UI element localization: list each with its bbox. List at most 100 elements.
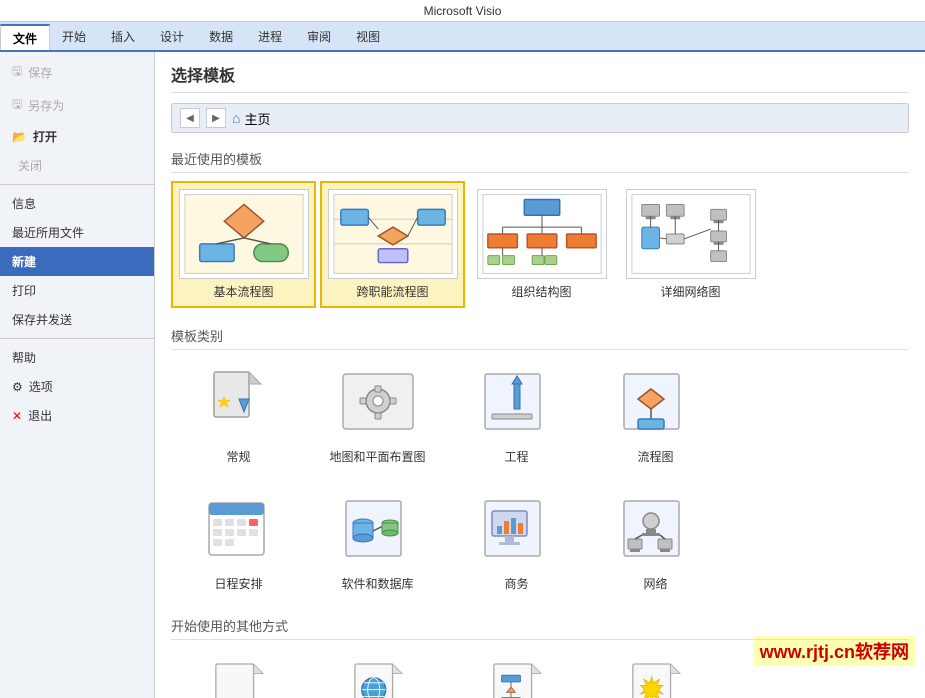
nav-bar: ◀ ▶ ⌂ 主页 — [171, 103, 909, 133]
template-flowchart[interactable]: 基本流程图 — [171, 181, 316, 308]
general-icon-svg — [199, 364, 279, 444]
template-flowchart-thumb — [179, 189, 309, 279]
watermark: www.rjtj.cn软荐网 — [754, 636, 915, 666]
category-map-label: 地图和平面布置图 — [329, 448, 425, 465]
nav-home-label: 主页 — [244, 109, 270, 128]
template-network-thumb — [626, 189, 756, 279]
tab-review[interactable]: 审阅 — [295, 22, 344, 50]
office-icon-svg — [348, 659, 408, 698]
other-existing[interactable]: 根据现有内容新建 — [588, 648, 723, 698]
main-layout: 🖫 保存 🖫 另存为 📂 打开 关闭 信息 最近所用文件 新建 打印 保存并发 — [0, 52, 925, 698]
sidebar: 🖫 保存 🖫 另存为 📂 打开 关闭 信息 最近所用文件 新建 打印 保存并发 — [0, 52, 155, 698]
sidebar-item-new[interactable]: 新建 — [0, 247, 154, 276]
blank-icon-svg — [209, 659, 269, 698]
category-flowcat-thumb — [616, 364, 696, 444]
category-general-label: 常规 — [226, 448, 250, 465]
network-svg — [627, 189, 755, 279]
sidebar-item-open[interactable]: 📂 打开 — [0, 122, 154, 151]
template-org[interactable]: 组织结构图 — [469, 181, 614, 308]
category-map-thumb — [338, 364, 418, 444]
template-cross[interactable]: 跨职能流程图 — [320, 181, 465, 308]
ribbon-tabs: 文件 开始 插入 设计 数据 进程 审阅 视图 — [0, 22, 925, 50]
org-svg — [478, 189, 606, 279]
sidebar-divider-1 — [0, 184, 154, 185]
sidebar-item-options[interactable]: ⚙ 选项 — [0, 372, 154, 401]
category-schedule[interactable]: 日程安排 — [171, 485, 306, 598]
other-sample-thumb — [477, 654, 557, 698]
category-schedule-thumb — [199, 491, 279, 571]
tab-view[interactable]: 视图 — [344, 22, 393, 50]
template-network[interactable]: 详细网络图 — [618, 181, 763, 308]
tab-data[interactable]: 数据 — [197, 22, 246, 50]
template-org-label: 组织结构图 — [511, 283, 571, 300]
ribbon: 文件 开始 插入 设计 数据 进程 审阅 视图 — [0, 22, 925, 52]
other-sample[interactable]: 示例图表 — [449, 648, 584, 698]
sidebar-item-help[interactable]: 帮助 — [0, 343, 154, 372]
tab-start[interactable]: 开始 — [50, 22, 99, 50]
sidebar-item-exit[interactable]: ✕ 退出 — [0, 401, 154, 430]
flowcat-icon-svg — [616, 364, 696, 444]
category-general-thumb — [199, 364, 279, 444]
template-org-thumb — [477, 189, 607, 279]
netcat-icon-svg — [616, 491, 696, 571]
options-icon: ⚙ — [12, 380, 23, 394]
titlebar: Microsoft Visio — [0, 0, 925, 22]
nav-forward-button[interactable]: ▶ — [206, 108, 226, 128]
app-title: Microsoft Visio — [424, 4, 502, 18]
template-flowchart-label: 基本流程图 — [213, 283, 273, 300]
sidebar-divider-2 — [0, 338, 154, 339]
categories2-grid: 日程安排 — [171, 485, 909, 598]
template-cross-thumb — [328, 189, 458, 279]
nav-home[interactable]: ⌂ 主页 — [232, 109, 270, 128]
categories-grid: 常规 地图和平面布置图 — [171, 358, 909, 471]
other-blank-thumb — [199, 654, 279, 698]
tab-insert[interactable]: 插入 — [99, 22, 148, 50]
category-flowcat[interactable]: 流程图 — [588, 358, 723, 471]
other-office[interactable]: Office.com 模板 — [310, 648, 445, 698]
other-existing-thumb — [616, 654, 696, 698]
sample-icon-svg — [487, 659, 547, 698]
other-blank[interactable]: 空白绘图 — [171, 648, 306, 698]
map-icon-svg — [338, 364, 418, 444]
category-business-thumb — [477, 491, 557, 571]
category-software[interactable]: 软件和数据库 — [310, 485, 445, 598]
sidebar-item-savesend[interactable]: 保存并发送 — [0, 305, 154, 334]
sidebar-item-recent[interactable]: 最近所用文件 — [0, 218, 154, 247]
template-network-label: 详细网络图 — [660, 283, 720, 300]
sidebar-item-saveas[interactable]: 🖫 另存为 — [0, 89, 154, 122]
cross-svg — [329, 189, 457, 279]
category-flowcat-label: 流程图 — [637, 448, 673, 465]
category-business-label: 商务 — [504, 575, 528, 592]
category-schedule-label: 日程安排 — [214, 575, 262, 592]
recent-section-title: 最近使用的模板 — [171, 145, 909, 173]
open-icon: 📂 — [12, 130, 27, 144]
existing-icon-svg — [626, 659, 686, 698]
tab-design[interactable]: 设计 — [148, 22, 197, 50]
category-network-thumb — [616, 491, 696, 571]
business-icon-svg — [477, 491, 557, 571]
tab-process[interactable]: 进程 — [246, 22, 295, 50]
category-software-thumb — [338, 491, 418, 571]
category-network[interactable]: 网络 — [588, 485, 723, 598]
category-general[interactable]: 常规 — [171, 358, 306, 471]
content-title: 选择模板 — [171, 62, 909, 93]
category-section-title: 模板类别 — [171, 322, 909, 350]
sidebar-item-info[interactable]: 信息 — [0, 189, 154, 218]
category-business[interactable]: 商务 — [449, 485, 584, 598]
category-network-label: 网络 — [643, 575, 667, 592]
category-map[interactable]: 地图和平面布置图 — [310, 358, 445, 471]
sidebar-item-print[interactable]: 打印 — [0, 276, 154, 305]
nav-back-button[interactable]: ◀ — [180, 108, 200, 128]
category-software-label: 软件和数据库 — [341, 575, 413, 592]
save-icon: 🖫 — [12, 62, 22, 83]
sidebar-item-save[interactable]: 🖫 保存 — [0, 56, 154, 89]
category-engineering-thumb — [477, 364, 557, 444]
software-icon-svg — [338, 491, 418, 571]
schedule-icon-svg — [199, 491, 279, 571]
sidebar-item-close[interactable]: 关闭 — [0, 151, 154, 180]
tab-file[interactable]: 文件 — [0, 24, 50, 50]
category-engineering[interactable]: 工程 — [449, 358, 584, 471]
flowchart-svg — [180, 189, 308, 279]
exit-icon: ✕ — [12, 409, 22, 423]
recent-templates-grid: 基本流程图 — [171, 181, 909, 308]
